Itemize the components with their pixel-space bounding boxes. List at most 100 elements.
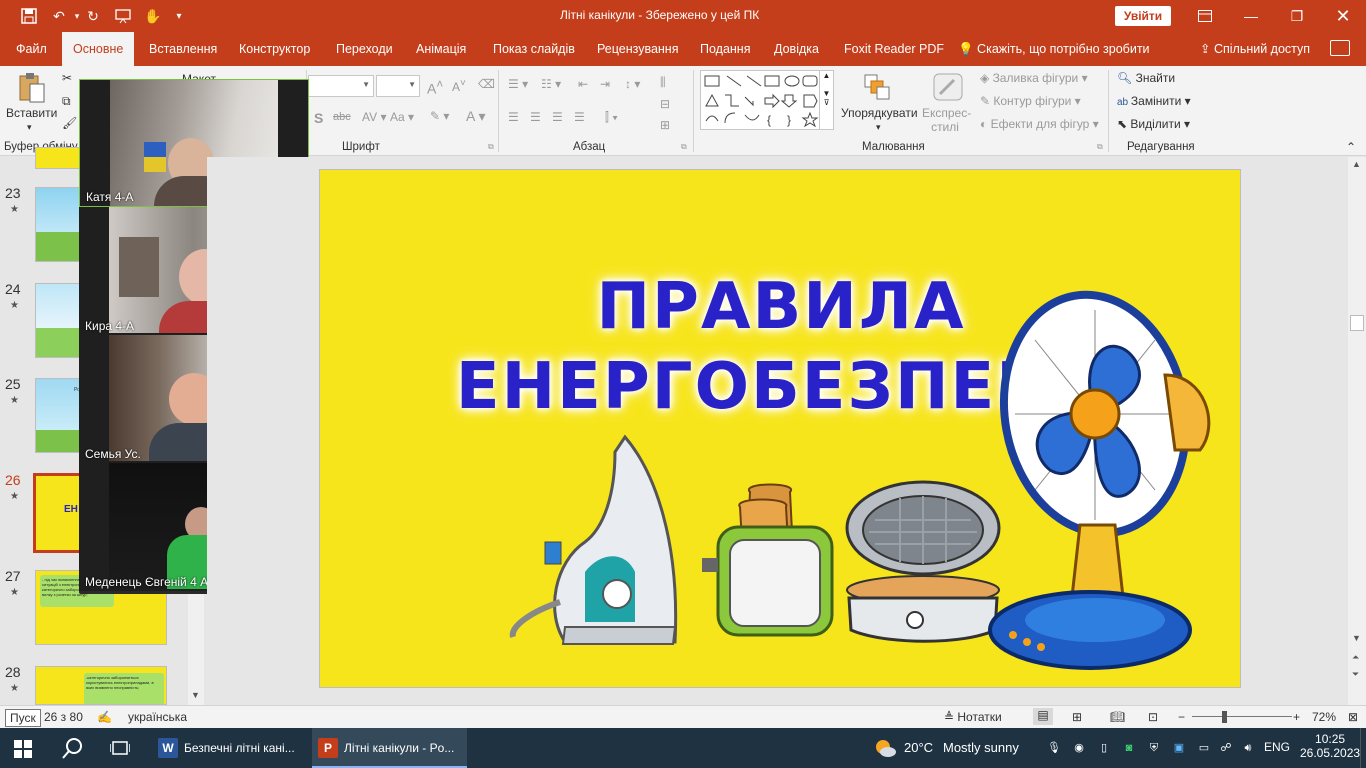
- align-text-icon[interactable]: ⊟: [660, 97, 670, 111]
- arrange-dropdown-icon[interactable]: ▾: [876, 122, 881, 133]
- tab-slideshow[interactable]: Показ слайдів: [491, 32, 577, 66]
- scroll-down-icon[interactable]: ▼: [191, 690, 200, 700]
- minimize-button[interactable]: —: [1228, 0, 1274, 32]
- restore-button[interactable]: ❐: [1274, 0, 1320, 32]
- decrease-indent-icon[interactable]: ⇤: [578, 77, 588, 91]
- close-button[interactable]: ✕: [1320, 0, 1366, 32]
- clear-formatting-icon[interactable]: ⌫: [478, 77, 495, 91]
- tab-design[interactable]: Конструктор: [237, 32, 312, 66]
- slide-counter[interactable]: 26 з 80: [44, 710, 83, 724]
- smartart-icon[interactable]: ⊞: [660, 118, 670, 132]
- format-painter-icon[interactable]: 🖌: [62, 116, 77, 130]
- fan-illustration[interactable]: [985, 290, 1235, 685]
- align-center-icon[interactable]: ☰: [530, 110, 541, 124]
- taskbar-powerpoint-app[interactable]: P Літні канікули - Po...: [312, 728, 467, 768]
- display-icon[interactable]: ▭: [1196, 740, 1212, 756]
- reading-view-icon[interactable]: 📖︎: [1110, 710, 1125, 724]
- normal-view-icon[interactable]: ▤: [1033, 708, 1053, 725]
- network-app-icon[interactable]: ▣: [1171, 740, 1187, 756]
- fit-slide-icon[interactable]: ⊠: [1348, 710, 1358, 724]
- show-desktop-button[interactable]: [1360, 728, 1366, 768]
- shape-fill-button[interactable]: ◈ Заливка фігури ▾: [980, 71, 1088, 85]
- font-name-field[interactable]: ▼: [308, 75, 374, 97]
- shape-effects-button[interactable]: ◐ Ефекти для фігур ▾: [980, 117, 1099, 131]
- tab-insert[interactable]: Вставлення: [147, 32, 219, 66]
- align-right-icon[interactable]: ☰: [552, 110, 563, 124]
- justify-icon[interactable]: ☰: [574, 110, 585, 124]
- network-icon[interactable]: ☍: [1218, 740, 1234, 756]
- zoom-slider[interactable]: [1192, 716, 1292, 717]
- slide-thumbnail[interactable]: -категорично забороняється користуватись…: [35, 666, 167, 705]
- spelling-check-icon[interactable]: ✍: [97, 710, 112, 724]
- scroll-up-icon[interactable]: ▲: [1352, 159, 1361, 169]
- sign-in-button[interactable]: Увійти: [1115, 6, 1171, 26]
- font-size-field[interactable]: ▼: [376, 75, 420, 97]
- microphone-icon[interactable]: 🎙︎: [1046, 740, 1062, 756]
- scroll-down-icon[interactable]: ▼: [1352, 633, 1361, 643]
- present-from-start-icon[interactable]: [112, 6, 134, 26]
- tab-view[interactable]: Подання: [698, 32, 752, 66]
- security-shield-icon[interactable]: ⛨: [1146, 740, 1162, 756]
- weather-description[interactable]: Mostly sunny: [943, 740, 1019, 755]
- redo-icon[interactable]: ↻: [82, 6, 104, 26]
- next-slide-icon[interactable]: ⏷: [1352, 669, 1359, 680]
- strikethrough-icon[interactable]: abc: [333, 111, 351, 123]
- tab-home[interactable]: Основне: [62, 32, 135, 66]
- bullets-icon[interactable]: ☰ ▾: [508, 77, 528, 91]
- drawing-dialog-launcher-icon[interactable]: ⧉: [1097, 142, 1103, 152]
- font-color-icon[interactable]: A ▾: [466, 108, 485, 125]
- app-tray-icon[interactable]: ◙: [1121, 740, 1137, 756]
- align-left-icon[interactable]: ☰: [508, 110, 519, 124]
- zoom-in-icon[interactable]: +: [1293, 710, 1300, 724]
- windows-start-icon[interactable]: [14, 740, 32, 761]
- weather-icon[interactable]: [873, 737, 897, 759]
- zoom-app-icon[interactable]: ◉: [1071, 740, 1087, 756]
- shapes-gallery-scroll[interactable]: ▲ ▼ ⊽: [820, 70, 834, 130]
- cut-icon[interactable]: ✂: [62, 71, 72, 85]
- find-button[interactable]: 🔍︎ Знайти: [1117, 71, 1175, 85]
- search-icon[interactable]: [62, 737, 84, 762]
- previous-slide-icon[interactable]: ⏶: [1352, 652, 1359, 663]
- task-view-icon[interactable]: [109, 740, 131, 759]
- arrange-icon[interactable]: [862, 72, 892, 105]
- tab-help[interactable]: Довідка: [772, 32, 821, 66]
- touch-mode-icon[interactable]: ✋: [142, 6, 164, 26]
- decrease-font-icon[interactable]: A˅: [452, 78, 466, 94]
- share-button[interactable]: ⇪ Спільний доступ: [1200, 32, 1310, 66]
- quick-styles-button[interactable]: Експрес-стилі: [922, 106, 971, 134]
- notes-button[interactable]: ≜ Нотатки: [944, 710, 1002, 724]
- increase-indent-icon[interactable]: ⇥: [600, 77, 610, 91]
- usb-device-icon[interactable]: ▯: [1096, 740, 1112, 756]
- text-direction-icon[interactable]: ⫼: [660, 75, 666, 90]
- arrange-button[interactable]: Упорядкувати: [841, 106, 918, 120]
- change-case-icon[interactable]: Aa ▾: [390, 110, 414, 124]
- weather-temperature[interactable]: 20°C: [904, 740, 933, 755]
- numbering-icon[interactable]: ☷ ▾: [541, 77, 561, 91]
- clock[interactable]: 10:25 26.05.2023: [1300, 732, 1360, 760]
- toaster-illustration[interactable]: [700, 482, 850, 642]
- shape-outline-button[interactable]: ✎ Контур фігури ▾: [980, 94, 1081, 108]
- quick-styles-icon[interactable]: [932, 72, 964, 105]
- tab-foxit[interactable]: Foxit Reader PDF: [842, 32, 946, 66]
- slideshow-view-icon[interactable]: ⊡: [1148, 710, 1158, 724]
- paste-button[interactable]: Вставити: [6, 106, 57, 120]
- iron-illustration[interactable]: [505, 432, 695, 652]
- slide-sorter-view-icon[interactable]: ⊞: [1072, 710, 1082, 724]
- highlight-icon[interactable]: ✎ ▾: [430, 109, 449, 123]
- tab-review[interactable]: Рецензування: [595, 32, 680, 66]
- increase-font-icon[interactable]: A˄: [427, 78, 443, 97]
- customize-toolbar-icon[interactable]: ▾: [168, 6, 190, 26]
- tab-animations[interactable]: Анімація: [414, 32, 468, 66]
- font-dialog-launcher-icon[interactable]: ⧉: [488, 142, 494, 152]
- shapes-gallery[interactable]: { }: [700, 70, 820, 130]
- waffle-maker-illustration[interactable]: [845, 480, 1005, 650]
- shadow-icon[interactable]: S: [314, 110, 323, 126]
- input-language[interactable]: ENG: [1264, 740, 1290, 754]
- paragraph-dialog-launcher-icon[interactable]: ⧉: [681, 142, 687, 152]
- slide-canvas[interactable]: ПРАВИЛА ЕНЕРГОБЕЗПЕКИ: [319, 169, 1241, 688]
- taskbar-word-app[interactable]: W Безпечні літні кані...: [152, 728, 302, 768]
- replace-button[interactable]: ab Замінити ▾: [1117, 94, 1191, 108]
- ribbon-display-options-icon[interactable]: [1182, 0, 1228, 32]
- volume-icon[interactable]: 🔊︎: [1240, 740, 1256, 756]
- zoom-out-icon[interactable]: −: [1178, 710, 1185, 724]
